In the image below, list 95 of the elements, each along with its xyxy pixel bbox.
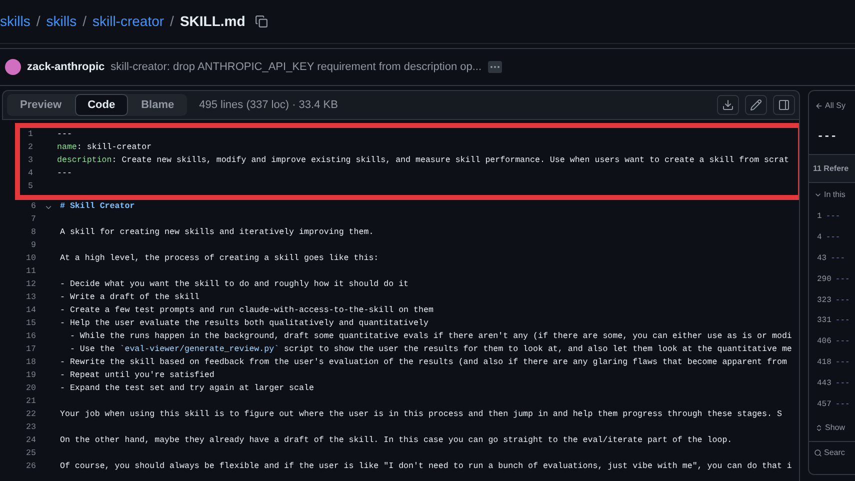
reference-symbol: ---	[835, 398, 850, 411]
copy-icon[interactable]	[255, 15, 268, 28]
line-number: 12	[25, 279, 36, 292]
commit-author[interactable]: zack-anthropic	[27, 58, 105, 76]
line-number: 2	[27, 142, 33, 154]
code-line: description: Create new skills, modify and improve existing skills, and measure skill performance. Use when users want to create a skill from scrat	[57, 155, 789, 168]
breadcrumb-link[interactable]: skill-creator	[92, 11, 164, 32]
line-number: 1	[27, 129, 33, 142]
reference-symbol: ---	[826, 211, 840, 224]
reference-line-number[interactable]: 43	[817, 252, 827, 265]
line-number: 14	[25, 305, 36, 318]
reference-line-number[interactable]: 457	[817, 398, 832, 411]
reference-symbol: ---	[835, 315, 850, 328]
code-line: - Repeat until you're satisfied	[60, 370, 214, 382]
breadcrumb-link[interactable]: skills	[0, 11, 30, 32]
reference-symbol: ---	[835, 378, 850, 390]
symbol-title: ---	[817, 130, 837, 146]
line-number: 16	[25, 331, 36, 344]
line-number: 6	[30, 201, 36, 214]
path-separator: /	[82, 12, 86, 31]
reference-line-number[interactable]: 1	[817, 211, 822, 224]
code-line: On the other hand, maybe they already have a draft of the skill. In this case you can go straight to the eval/iterate part of the loop.	[60, 435, 732, 448]
code-line: ---	[57, 168, 72, 180]
code-line: # Skill Creator	[60, 201, 135, 214]
reference-line-number[interactable]: 443	[817, 378, 832, 390]
code-line: name: skill-creator	[57, 142, 152, 154]
line-number: 17	[25, 344, 36, 356]
line-number: 26	[25, 461, 36, 474]
reference-line-number[interactable]: 4	[817, 232, 822, 244]
breadcrumb-link[interactable]: skills	[46, 11, 77, 32]
line-number: 4	[27, 168, 33, 180]
path-separator: /	[170, 12, 174, 31]
avatar	[5, 59, 21, 75]
reference-line-number[interactable]: 331	[817, 315, 832, 328]
reference-line-number[interactable]: 418	[817, 356, 832, 369]
panel-icon[interactable]	[773, 95, 795, 115]
view-tab[interactable]: Preview	[7, 94, 75, 116]
show-more-link[interactable]: Show	[825, 422, 846, 434]
reference-symbol: ---	[835, 294, 850, 307]
code-line: - Help the user evaluate the results both qualitatively and quantitatively	[60, 318, 428, 330]
reference-line-number[interactable]: 406	[817, 336, 832, 348]
line-number: 10	[25, 253, 36, 266]
line-number: 19	[25, 370, 36, 382]
code-line: A skill for creating new skills and iteratively improving them.	[60, 227, 374, 240]
line-number: 5	[27, 181, 33, 194]
code-line: Of course, you should always be flexible and if the user is like "I don't need to run a bunch of evaluations, just vibe with me", you can do that i	[60, 461, 792, 474]
code-line: - Rewrite the skill based on feedback from the user's evaluation of the results (and also if there are any glaring flaws that become apparent from	[60, 357, 787, 370]
chevron-icon[interactable]	[814, 191, 822, 199]
line-number: 11	[25, 266, 36, 278]
expand-icon[interactable]	[815, 424, 823, 432]
code-line: At a high level, the process of creating a skill goes like this:	[60, 253, 379, 266]
line-number: 13	[25, 292, 36, 304]
line-number: 18	[25, 357, 36, 370]
line-number: 7	[30, 214, 36, 226]
view-tab[interactable]: Code	[74, 94, 128, 116]
references-count: 11 Refere	[813, 162, 849, 174]
code-line: - Expand the test set and try again at larger scale	[60, 383, 314, 396]
reference-line-number[interactable]: 290	[817, 274, 832, 286]
line-number: 3	[27, 155, 33, 168]
reference-symbol: ---	[835, 274, 850, 286]
code-line: - Decide what you want the skill to do and roughly how it should do it	[60, 279, 409, 292]
line-number: 21	[25, 396, 36, 408]
file-name: SKILL.md	[180, 12, 246, 31]
reference-symbol: ---	[835, 356, 850, 369]
back-link[interactable]: All Sy	[825, 100, 846, 112]
view-tab[interactable]: Blame	[128, 94, 188, 116]
line-number: 23	[25, 422, 36, 434]
code-line: - Use the `eval-viewer/generate_review.py` script to show the user the results for them to look at, and also let them look at the quantitative me	[68, 344, 792, 356]
search-link[interactable]: Searc	[824, 447, 845, 460]
section-label[interactable]: In this	[824, 189, 846, 201]
line-number: 9	[30, 240, 36, 252]
more-icon[interactable]	[488, 61, 502, 73]
code-line: - Write a draft of the skill	[60, 292, 200, 304]
file-info: 495 lines (337 loc) · 33.4 KB	[199, 98, 338, 113]
reference-symbol: ---	[830, 252, 846, 265]
reference-line-number[interactable]: 323	[817, 294, 832, 307]
line-number: 15	[25, 318, 36, 330]
code-line: ---	[57, 129, 72, 142]
code-line: - Create a few test prompts and run claude-with-access-to-the-skill on them	[60, 305, 434, 318]
code-line: - While the runs happen in the background, draft some quantitative evals if there aren't any (if there are some, you can either use as is or modi	[68, 331, 792, 344]
line-number: 22	[25, 409, 36, 422]
search-icon[interactable]	[814, 449, 822, 458]
line-number: 24	[25, 435, 36, 448]
path-separator: /	[36, 12, 40, 31]
reference-symbol: ---	[826, 232, 840, 244]
download-icon[interactable]	[717, 95, 739, 115]
fold-chevron-icon[interactable]	[44, 203, 52, 212]
edit-icon[interactable]	[745, 95, 767, 115]
code-line: Your job when using this skill is to figure out where the user is in this process and then jump in and help them progress through these stages. S	[60, 409, 782, 422]
reference-symbol: ---	[835, 336, 850, 348]
line-number: 8	[30, 227, 36, 240]
line-number: 25	[25, 448, 36, 460]
commit-message[interactable]: skill-creator: drop ANTHROPIC_API_KEY requirement from description op...	[110, 58, 482, 76]
line-number: 20	[25, 383, 36, 396]
back-arrow-icon[interactable]	[815, 102, 823, 110]
